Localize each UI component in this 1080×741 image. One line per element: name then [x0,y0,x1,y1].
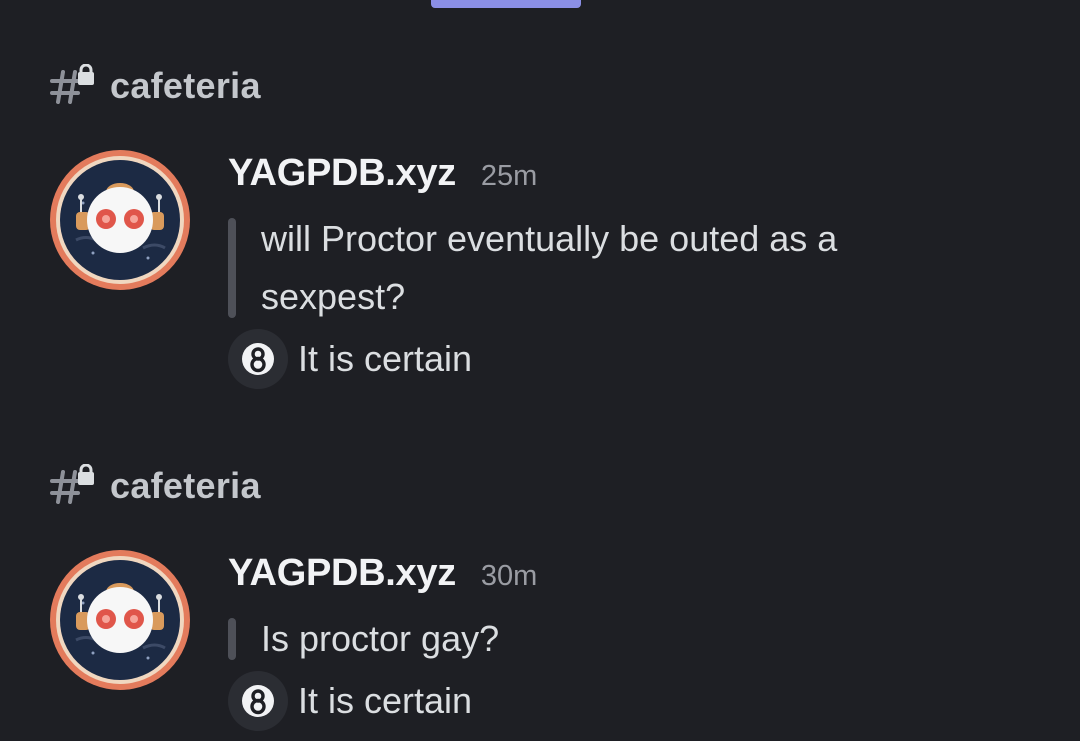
eight-ball-icon [228,671,288,731]
question-line: Is proctor gay? [261,618,500,659]
answer-row: It is certain [228,328,1048,390]
author-name[interactable]: YAGPDB.xyz [228,152,456,195]
quote-bar [228,218,236,318]
timestamp: 25m [480,160,538,192]
locked-channel-icon [50,63,98,108]
locked-channel-icon [50,463,98,508]
channel-header[interactable]: cafeteria [50,463,261,508]
answer-row: It is certain [228,670,1048,732]
eight-ball-icon [228,329,288,389]
timestamp: 30m [480,560,538,592]
answer-text: It is certain [298,338,473,379]
quote-bar [228,618,236,660]
quoted-question: will Proctor eventually be outed as a se… [228,210,1048,326]
message-content: YAGPDB.xyz 30m Is proctor gay? It is cer… [228,552,1048,732]
channel-name: cafeteria [110,465,261,506]
answer-text: It is certain [298,680,473,721]
tab-indicator [431,0,581,8]
avatar[interactable] [48,148,192,292]
message-header: YAGPDB.xyz 25m [228,152,1048,204]
channel-name: cafeteria [110,65,261,106]
avatar[interactable] [48,548,192,692]
question-line: sexpest? [261,276,406,317]
question-line: will Proctor eventually be outed as a [261,218,838,259]
quoted-question: Is proctor gay? [228,610,1048,668]
channel-header[interactable]: cafeteria [50,63,261,108]
message-header: YAGPDB.xyz 30m [228,552,1048,604]
message-content: YAGPDB.xyz 25m will Proctor eventually b… [228,152,1048,390]
author-name[interactable]: YAGPDB.xyz [228,552,456,595]
